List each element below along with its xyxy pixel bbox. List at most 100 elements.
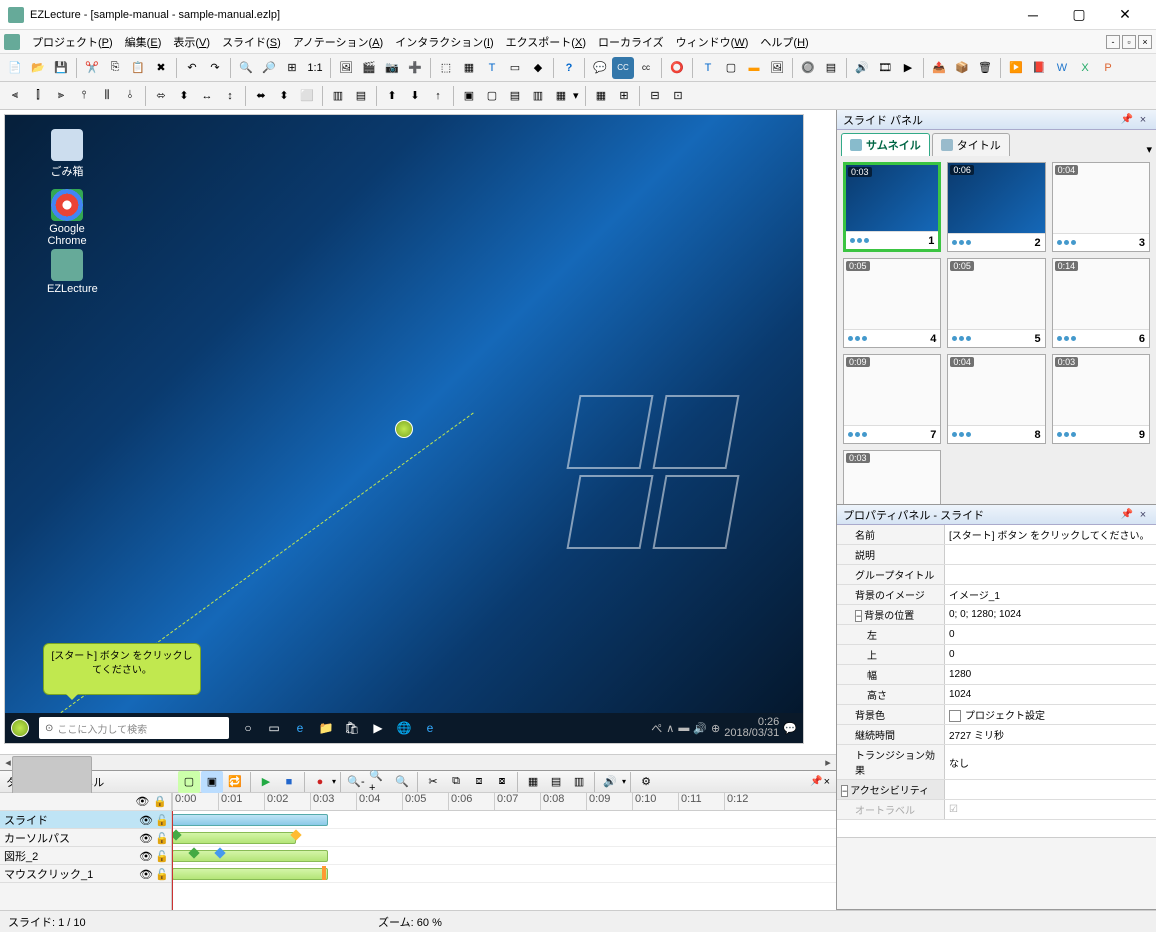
prop-row[interactable]: 名前[スタート] ボタン をクリックしてください。	[837, 525, 1156, 545]
align-left-icon[interactable]: ⫷	[4, 85, 26, 107]
fill-rect-icon[interactable]: ▬	[743, 57, 765, 79]
track-slide[interactable]	[172, 811, 836, 829]
app-menu-icon[interactable]	[4, 34, 20, 50]
highlight-icon[interactable]: ▭	[504, 57, 526, 79]
timeline-ruler[interactable]: 0:000:010:020:030:040:050:060:070:080:09…	[172, 793, 836, 811]
order4-icon[interactable]: ▥	[527, 85, 549, 107]
thumbnail-2[interactable]: 0:062	[947, 162, 1045, 252]
dist-h-icon[interactable]: ⬄	[150, 85, 172, 107]
align-bottom-icon[interactable]: ⫰	[119, 85, 141, 107]
thumbnail-3[interactable]: 0:043	[1052, 162, 1150, 252]
panel-icon[interactable]: ▤	[820, 57, 842, 79]
pdf-icon[interactable]: 📕	[1028, 57, 1050, 79]
timeline-row-3[interactable]: マウスクリック_1👁🔓	[0, 865, 171, 883]
zoom-100-icon[interactable]: 1:1	[304, 57, 326, 79]
align-center-icon[interactable]: ⫿	[27, 85, 49, 107]
group-h-icon[interactable]: ▥	[327, 85, 349, 107]
shape-icon[interactable]: ◆	[527, 57, 549, 79]
undo-icon[interactable]: ↶	[181, 57, 203, 79]
tab-thumbnail[interactable]: サムネイル	[841, 133, 930, 156]
tl-marker3-icon[interactable]: ⧇	[491, 771, 513, 793]
text-tool-icon[interactable]: T	[481, 57, 503, 79]
eye-icon[interactable]: 👁	[139, 868, 151, 880]
tl-audio-icon[interactable]: 🔊	[599, 771, 621, 793]
button-icon[interactable]: 🔘	[797, 57, 819, 79]
mdi-restore-button[interactable]: ▫	[1122, 35, 1136, 49]
timeline-playhead[interactable]	[172, 811, 173, 910]
menu-7[interactable]: ローカライズ	[592, 35, 670, 51]
timeline-row-1[interactable]: カーソルパス👁🔓	[0, 829, 171, 847]
menu-1[interactable]: 編集(E)	[119, 35, 168, 51]
timeline-close-button[interactable]: ×	[824, 776, 830, 788]
track-shape[interactable]	[172, 847, 836, 865]
property-panel-pin-icon[interactable]: 📌	[1120, 508, 1134, 522]
capture-icon[interactable]: 🖼	[335, 57, 357, 79]
callout-annotation[interactable]: [スタート] ボタン をクリックしてください。	[43, 643, 201, 695]
tl-play-icon[interactable]: ▶	[255, 771, 277, 793]
tl-view1-icon[interactable]: ▢	[178, 771, 200, 793]
order3-icon[interactable]: ▤	[504, 85, 526, 107]
lock-icon[interactable]: 🔓	[155, 832, 167, 844]
cut-icon[interactable]: ✂️	[81, 57, 103, 79]
screenshot-icon[interactable]: 📷	[381, 57, 403, 79]
property-grid[interactable]: 名前[スタート] ボタン をクリックしてください。説明グループタイトル背景のイメ…	[837, 525, 1156, 837]
same-height-icon[interactable]: ⬍	[273, 85, 295, 107]
grid-icon[interactable]: ▦	[590, 85, 612, 107]
rect-icon[interactable]: ▢	[720, 57, 742, 79]
prop-row[interactable]: 左0	[837, 625, 1156, 645]
mdi-minimize-button[interactable]: -	[1106, 35, 1120, 49]
tl-view2-icon[interactable]: ▣	[201, 771, 223, 793]
audio-icon[interactable]: 🔊	[851, 57, 873, 79]
menu-0[interactable]: プロジェクト(P)	[26, 35, 119, 51]
tl-zoomfit-icon[interactable]: 🔍	[391, 771, 413, 793]
slide-panel-close-button[interactable]: ×	[1136, 113, 1150, 127]
lock-icon[interactable]: 🔓	[155, 814, 167, 826]
tl-zoomout-icon[interactable]: 🔍-	[345, 771, 367, 793]
slide-canvas-area[interactable]: ごみ箱 Google Chrome EZLecture [スタート] ボタン を…	[0, 110, 836, 754]
group-v-icon[interactable]: ▤	[350, 85, 372, 107]
zoom-fit-icon[interactable]: ⊞	[281, 57, 303, 79]
tl-stop-icon[interactable]: ■	[278, 771, 300, 793]
export2-icon[interactable]: 📦	[951, 57, 973, 79]
cc-icon[interactable]: CC	[612, 57, 634, 79]
cursor-path-end[interactable]	[395, 420, 413, 438]
align-right-icon[interactable]: ⫸	[50, 85, 72, 107]
timeline-row-0[interactable]: スライド👁🔓	[0, 811, 171, 829]
new-icon[interactable]: 📄	[4, 57, 26, 79]
export-icon[interactable]: 📤	[928, 57, 950, 79]
slide-panel-pin-icon[interactable]: 📌	[1120, 113, 1134, 127]
lock-icon[interactable]: 🔓	[155, 850, 167, 862]
zoom-out-icon[interactable]: 🔎	[258, 57, 280, 79]
same-size-icon[interactable]: ⬜	[296, 85, 318, 107]
video-icon[interactable]: 🎞	[874, 57, 896, 79]
lock-icon[interactable]: 🔓	[155, 868, 167, 880]
align-top-icon[interactable]: ⫯	[73, 85, 95, 107]
tl-zoomin-icon[interactable]: 🔍+	[368, 771, 390, 793]
callout-icon[interactable]: 💬	[589, 57, 611, 79]
open-icon[interactable]: 📂	[27, 57, 49, 79]
prop-row[interactable]: 背景のイメージイメージ_1	[837, 585, 1156, 605]
thumbnail-grid[interactable]: 0:0310:0620:0430:0540:0550:1460:0970:048…	[837, 156, 1156, 504]
slide-add-icon[interactable]: ➕	[404, 57, 426, 79]
tl-split-icon[interactable]: ✂	[422, 771, 444, 793]
tab-title[interactable]: タイトル	[932, 133, 1010, 156]
dist-h2-icon[interactable]: ↔	[196, 85, 218, 107]
thumbnail-5[interactable]: 0:055	[947, 258, 1045, 348]
prop-row[interactable]: 上0	[837, 645, 1156, 665]
mdi-close-button[interactable]: ×	[1138, 35, 1152, 49]
prop-row[interactable]: オートラベル☑	[837, 800, 1156, 820]
excel-icon[interactable]: X	[1074, 57, 1096, 79]
track-mouseclick[interactable]	[172, 865, 836, 883]
circle-icon[interactable]: ⭕	[666, 57, 688, 79]
preview-icon[interactable]: ▶️	[1005, 57, 1027, 79]
prop-row[interactable]: 背景色プロジェクト設定	[837, 705, 1156, 725]
tl-loop-icon[interactable]: 🔁	[224, 771, 246, 793]
prop-row[interactable]: グループタイトル	[837, 565, 1156, 585]
record-icon[interactable]: 🎬	[358, 57, 380, 79]
canvas-h-scrollbar[interactable]: ◂▸	[0, 754, 836, 770]
menu-2[interactable]: 表示(V)	[167, 35, 216, 51]
timeline-pin-icon[interactable]: 📌	[810, 776, 822, 787]
prop-row[interactable]: 説明	[837, 545, 1156, 565]
tl-marker1-icon[interactable]: ⧉	[445, 771, 467, 793]
minimize-button[interactable]: ─	[1010, 0, 1056, 30]
